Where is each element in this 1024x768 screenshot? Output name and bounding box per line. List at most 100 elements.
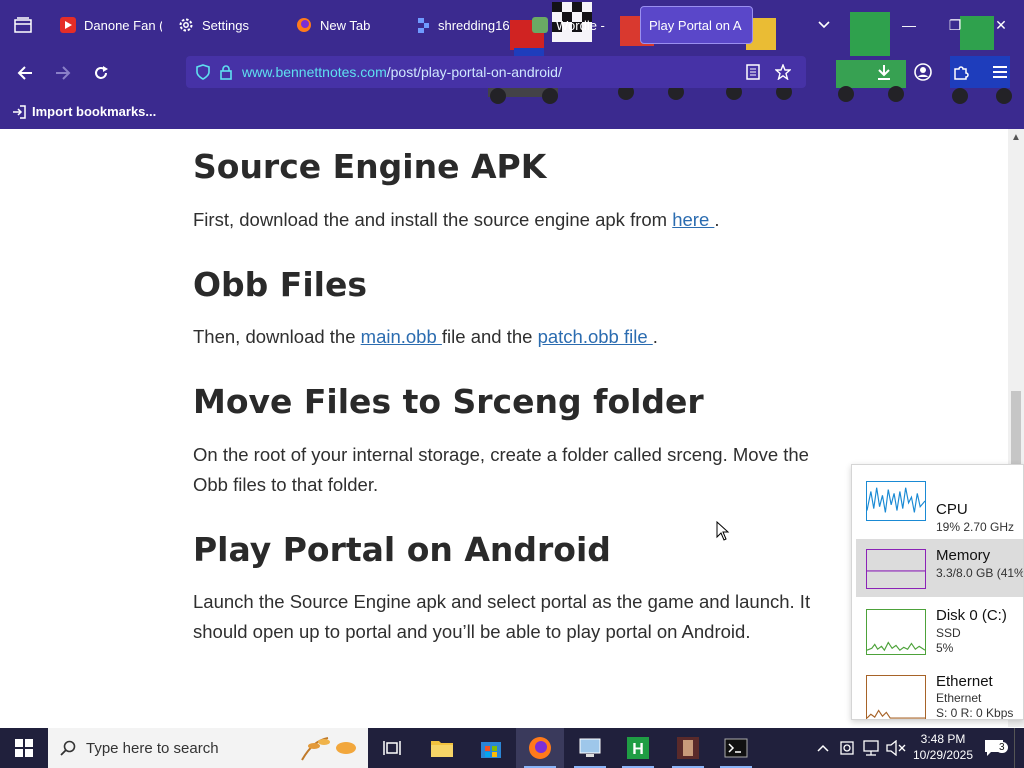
notification-center-button[interactable]: 3 [980,728,1008,768]
url-host: www.bennettnotes.com [242,64,387,80]
tab-label: Settings [202,17,249,33]
section-heading: Obb Files [193,264,367,304]
forward-arrow-icon [56,66,71,80]
import-bookmarks-button[interactable]: Import bookmarks... [12,104,156,119]
account-button[interactable] [911,60,935,84]
list-all-tabs-button[interactable] [811,12,837,38]
back-button[interactable] [11,59,39,87]
extensions-button[interactable] [949,60,973,84]
reader-view-button[interactable] [741,60,765,84]
downloads-button[interactable] [872,60,896,84]
url-path: /post/play-portal-on-android/ [386,64,562,80]
url-text[interactable]: www.bennettnotes.com/post/play-portal-on… [242,64,562,80]
perf-row-memory[interactable]: Memory 3.3/8.0 GB (41%) [856,539,1024,597]
task-view-button[interactable] [368,728,416,768]
shield-icon[interactable] [196,64,210,80]
close-window-button[interactable]: ✕ [988,12,1014,38]
scroll-up-icon[interactable]: ▲ [1011,132,1021,143]
performance-widget: CPU 19% 2.70 GHz Memory 3.3/8.0 GB (41%)… [851,464,1024,720]
tab-settings[interactable]: Settings [170,6,280,44]
gear-icon [178,17,194,33]
reader-view-icon [746,64,760,80]
section-paragraph: First, download the and install the sour… [193,208,720,230]
tab-wordle[interactable]: Wordle - [524,6,634,44]
disk-graph [866,609,926,655]
start-button[interactable] [0,728,48,768]
tab-label: shredding16 [438,17,510,33]
perf-row-cpu[interactable]: CPU 19% 2.70 GHz [856,479,1023,537]
forward-button[interactable] [49,59,77,87]
bookmark-star-button[interactable] [771,60,795,84]
patch-obb-link[interactable]: patch.obb file [538,326,653,347]
terminal-button[interactable] [712,728,760,768]
search-placeholder: Type here to search [86,739,219,757]
game-app-button[interactable] [664,728,712,768]
scrollbar-thumb[interactable] [1011,391,1021,471]
tab-replit[interactable]: shredding16 [406,6,516,44]
close-icon: ✕ [995,16,1007,33]
here-link[interactable]: here [672,209,714,230]
reload-button[interactable] [87,59,115,87]
address-bar[interactable]: www.bennettnotes.com/post/play-portal-on… [186,56,806,88]
chevron-up-icon [817,744,829,752]
show-desktop-button[interactable] [1014,728,1024,768]
terminal-icon [724,738,748,758]
tab-label: Danone Fan ( [84,17,162,33]
maximize-button[interactable]: ❐ [942,12,968,38]
taskbar: Type here to search H 3:48 PM 10/29/2025 [0,728,1024,768]
youtube-icon [60,17,76,33]
folder-icon [431,741,453,757]
network-button[interactable] [860,728,882,768]
account-icon [914,63,932,81]
app-menu-button[interactable] [988,60,1012,84]
tab-label: Play Portal on A [649,17,742,33]
tab-list-button[interactable] [10,12,36,38]
ethernet-graph [866,675,926,719]
notification-count: 3 [996,742,1008,753]
taskbar-clock[interactable]: 3:48 PM 10/29/2025 [910,731,976,763]
remote-desktop-icon [579,738,601,757]
tab-new-tab[interactable]: New Tab [288,6,398,44]
tab-youtube[interactable]: Danone Fan ( [52,6,162,44]
svg-text:H: H [632,741,644,758]
show-hidden-icons-button[interactable] [812,728,834,768]
memory-detail: 3.3/8.0 GB (41%) [936,566,1024,580]
cpu-detail: 19% 2.70 GHz [936,520,1015,534]
reload-icon [95,66,108,79]
minimize-button[interactable]: — [896,12,922,38]
ethernet-name: Ethernet [936,673,993,690]
volume-muted-icon [886,740,906,756]
browser-chrome: Danone Fan ( Settings New Tab shredding1… [0,0,1024,129]
perf-row-disk[interactable]: Disk 0 (C:) SSD 5% [856,599,1023,661]
microsoft-store-button[interactable] [467,728,515,768]
puzzle-icon [954,66,969,80]
lock-icon[interactable] [220,64,232,80]
main-obb-link[interactable]: main.obb [361,326,442,347]
ethernet-type: Ethernet [936,691,982,705]
tab-label: Wordle - [556,17,605,33]
tab-play-portal[interactable]: Play Portal on A ✕ [640,6,753,44]
firefox-taskbar-button[interactable] [516,728,564,768]
remote-desktop-button[interactable] [566,728,614,768]
download-icon [878,65,890,80]
game-app-icon [677,737,699,759]
cpu-name: CPU [936,501,968,518]
minimize-icon: — [902,17,916,33]
h-app-button[interactable]: H [614,728,662,768]
search-highlight-icon[interactable] [298,734,362,762]
perf-row-ethernet[interactable]: Ethernet Ethernet S: 0 R: 0 Kbps [856,665,1023,719]
file-explorer-button[interactable] [418,728,466,768]
restore-icon: ❐ [948,16,962,33]
mouse-cursor-icon [716,521,730,541]
firefox-icon [529,737,551,759]
taskbar-search-box[interactable]: Type here to search [48,728,368,768]
tab-list-icon [14,17,32,33]
memory-name: Memory [936,547,991,564]
tray-app-icon [840,741,854,755]
section-heading: Source Engine APK [193,147,547,186]
tray-app-button[interactable] [836,728,858,768]
chevron-down-icon [818,21,830,29]
store-icon [481,742,501,758]
task-view-icon [383,741,401,755]
volume-button[interactable] [884,728,908,768]
